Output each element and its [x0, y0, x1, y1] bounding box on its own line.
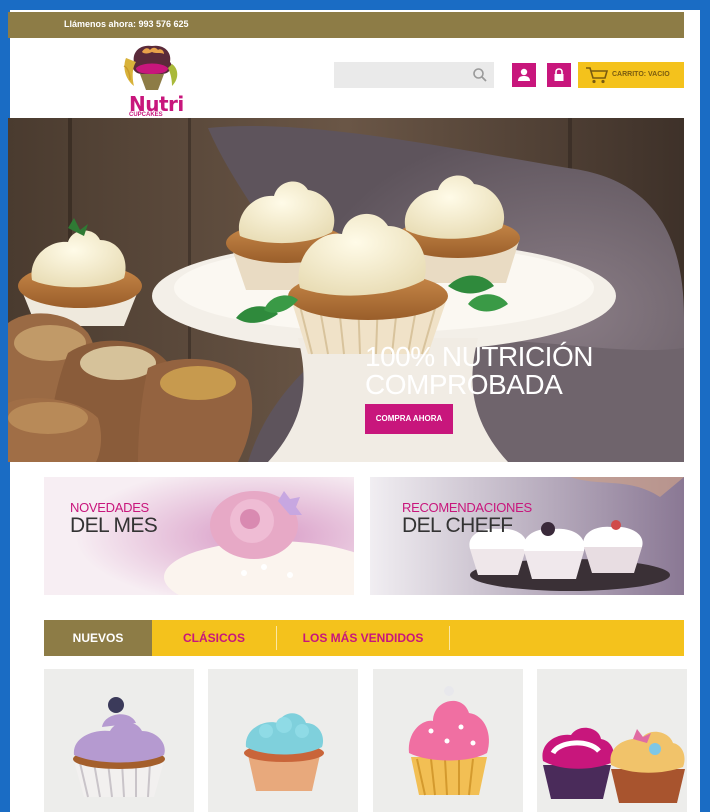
pink-cupcake-icon: [408, 686, 489, 796]
teal-cupcake-icon: [244, 713, 324, 791]
tab-nuevos[interactable]: NUEVOS: [44, 620, 152, 656]
product-card[interactable]: [44, 669, 194, 812]
product-card[interactable]: [208, 669, 358, 812]
hero-cupcakes-image: [8, 118, 684, 462]
banner-recomendaciones-line2: DEL CHEFF: [402, 514, 513, 537]
cart-icon: [586, 67, 609, 84]
user-icon: [518, 68, 530, 81]
banner-novedades-line2: DEL MES: [70, 514, 158, 537]
banner-novedades-line1: NOVEDADES: [70, 500, 149, 515]
banner-recomendaciones-line1: RECOMENDACIONES: [402, 500, 532, 515]
search-icon[interactable]: [472, 67, 488, 83]
product-tabs: NUEVOS CLÁSICOS LOS MÁS VENDIDOS: [44, 620, 684, 656]
banner-novedades[interactable]: NOVEDADES DEL MES: [44, 477, 354, 595]
tab-mas-vendidos[interactable]: LOS MÁS VENDIDOS: [277, 620, 449, 656]
top-bar: Llámenos ahora: 993 576 625: [8, 12, 684, 38]
tab-divider: [449, 626, 450, 650]
banner-recomendaciones[interactable]: RECOMENDACIONES DEL CHEFF: [370, 477, 684, 595]
hero-banner[interactable]: 100% NUTRICIÓN COMPROBADA COMPRA AHORA: [8, 118, 684, 462]
tab-clasicos[interactable]: CLÁSICOS: [152, 620, 276, 656]
shop-now-button[interactable]: COMPRA AHORA: [365, 404, 453, 434]
search-input[interactable]: [334, 62, 494, 88]
hero-headline-line1: 100% NUTRICIÓN: [365, 341, 593, 372]
site-logo[interactable]: Nutri CUPCAKES: [112, 38, 192, 120]
product-card[interactable]: [373, 669, 523, 812]
phone-text: Llámenos ahora: 993 576 625: [64, 19, 189, 29]
hero-headline-line2: COMPROBADA: [365, 369, 563, 400]
lock-icon: [554, 68, 564, 81]
cupcake-logo-icon: [123, 45, 178, 90]
cart-button[interactable]: CARRITO: VACIO: [578, 62, 684, 88]
two-cupcakes-icon: [542, 727, 685, 803]
purple-cupcake-icon: [73, 697, 165, 798]
login-button[interactable]: [547, 63, 571, 87]
account-button[interactable]: [512, 63, 536, 87]
product-card[interactable]: [537, 669, 687, 812]
hero-headline: 100% NUTRICIÓN COMPROBADA: [365, 343, 593, 399]
cart-label: CARRITO: VACIO: [612, 71, 670, 78]
